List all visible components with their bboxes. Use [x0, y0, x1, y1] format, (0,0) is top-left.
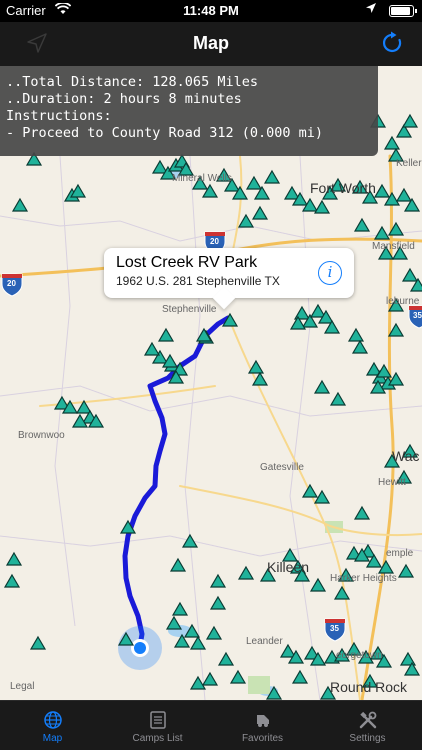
list-icon — [149, 711, 166, 729]
campground-marker[interactable] — [347, 327, 365, 342]
campground-marker[interactable] — [329, 391, 347, 406]
navigation-bar: Map — [0, 22, 422, 66]
tools-icon — [359, 711, 376, 729]
campground-marker[interactable] — [245, 175, 263, 190]
campground-marker[interactable] — [5, 551, 23, 566]
globe-icon — [43, 711, 62, 729]
campground-marker[interactable] — [29, 635, 47, 650]
campground-marker[interactable] — [247, 359, 265, 374]
city-label-killeen: Killeen — [267, 559, 310, 575]
campground-marker[interactable] — [333, 585, 351, 600]
campground-marker[interactable] — [301, 483, 319, 498]
campground-marker[interactable] — [237, 565, 255, 580]
i35-north-label: 35 — [413, 311, 422, 320]
i35-south-label: 35 — [330, 624, 339, 633]
campground-marker[interactable] — [313, 379, 331, 394]
campground-marker[interactable] — [395, 187, 413, 202]
callout-title: Lost Creek RV Park — [116, 254, 258, 271]
tab-camps-list[interactable]: Camps List — [105, 701, 210, 750]
tab-camps-list-label: Camps List — [132, 733, 183, 744]
city-label-georgetown: eorgetown — [336, 650, 383, 661]
city-label-waco: Wac — [392, 448, 420, 464]
campground-marker[interactable] — [251, 205, 269, 220]
campground-marker[interactable] — [397, 563, 415, 578]
instructions-heading: Instructions: — [6, 108, 112, 124]
campground-markers — [3, 113, 422, 700]
city-label-mansfield: Mansfield — [372, 241, 415, 252]
tab-favorites-label: Favorites — [241, 733, 284, 744]
route-info-panel: ..Total Distance: 128.065 Miles ..Durati… — [0, 66, 378, 156]
city-label-brownwood: Brownwoo — [18, 430, 65, 441]
campground-marker[interactable] — [387, 322, 405, 337]
campground-marker[interactable] — [217, 651, 235, 666]
location-services-icon — [366, 3, 376, 16]
tab-favorites[interactable]: Favorites — [210, 701, 315, 750]
status-bar: Carrier 11:48 PM — [0, 0, 422, 22]
campground-marker[interactable] — [351, 339, 369, 354]
city-label-round-rock: Round Rock — [330, 679, 408, 695]
city-label-keller: Keller — [396, 158, 422, 169]
i20-west-label: 20 — [7, 279, 16, 288]
city-label-temple: emple — [386, 548, 414, 559]
city-label-gatesville: Gatesville — [260, 462, 304, 473]
tab-bar: Map Camps List Favorites Settings — [0, 700, 422, 750]
campground-marker[interactable] — [169, 557, 187, 572]
tab-map[interactable]: Map — [0, 701, 105, 750]
battery-icon — [389, 5, 417, 17]
city-label-fort-worth: Fort Worth — [310, 180, 376, 196]
city-label-harker-heights: Harker Heights — [330, 573, 397, 584]
legal-link[interactable]: Legal — [10, 681, 34, 692]
campground-marker[interactable] — [209, 573, 227, 588]
campground-marker[interactable] — [165, 615, 183, 630]
tab-settings-label: Settings — [349, 733, 386, 744]
campground-marker[interactable] — [383, 135, 401, 150]
campground-marker[interactable] — [201, 671, 219, 686]
refresh-icon[interactable] — [382, 31, 404, 60]
map-canvas: 20 20 35 35 — [0, 113, 422, 700]
campground-marker[interactable] — [157, 327, 175, 342]
campground-marker[interactable] — [171, 601, 189, 616]
campground-marker[interactable] — [309, 577, 327, 592]
campground-marker[interactable] — [237, 213, 255, 228]
campground-marker[interactable] — [291, 669, 309, 684]
campground-marker[interactable] — [263, 169, 281, 184]
campground-callout[interactable]: Lost Creek RV Park 1962 U.S. 281 Stephen… — [104, 248, 354, 310]
campground-marker[interactable] — [209, 595, 227, 610]
campground-marker[interactable] — [313, 199, 331, 214]
campground-marker[interactable] — [205, 625, 223, 640]
city-label-hewitt: Hewitt — [378, 477, 406, 488]
rv-icon — [256, 715, 269, 727]
i20-east-label: 20 — [210, 237, 219, 246]
instruction-step: - Proceed to County Road 312 (0.000 mi) — [6, 125, 323, 141]
campground-marker[interactable] — [399, 651, 417, 666]
campground-marker[interactable] — [189, 635, 207, 650]
city-label-leander: Leander — [246, 636, 283, 647]
status-time: 11:48 PM — [183, 3, 239, 18]
info-icon[interactable]: i — [318, 261, 342, 285]
campground-marker[interactable] — [401, 113, 419, 128]
tab-map-label: Map — [42, 733, 63, 744]
campground-marker[interactable] — [401, 267, 419, 282]
page-title: Map — [193, 33, 229, 53]
city-label-cleburne: leburne — [386, 296, 420, 307]
campground-marker[interactable] — [373, 183, 391, 198]
campground-marker[interactable] — [3, 573, 21, 588]
campground-marker[interactable] — [293, 305, 311, 320]
campground-marker[interactable] — [353, 505, 371, 520]
city-label-stephenville: Stephenville — [162, 304, 217, 315]
tab-settings[interactable]: Settings — [315, 701, 420, 750]
callout-address: 1962 U.S. 281 Stephenville TX — [116, 274, 280, 288]
campground-marker[interactable] — [229, 669, 247, 684]
campground-marker[interactable] — [373, 225, 391, 240]
duration-text: ..Duration: 2 hours 8 minutes — [6, 91, 242, 107]
campground-marker[interactable] — [11, 197, 29, 212]
map-view[interactable]: 20 20 35 35 Fort Worth Mineral Wells Ste… — [0, 66, 422, 700]
city-label-mineral-wells: Mineral Wells — [172, 173, 232, 184]
campground-marker[interactable] — [143, 341, 161, 356]
total-distance-text: ..Total Distance: 128.065 Miles — [6, 74, 258, 90]
campground-marker[interactable] — [181, 533, 199, 548]
campground-marker[interactable] — [353, 217, 371, 232]
